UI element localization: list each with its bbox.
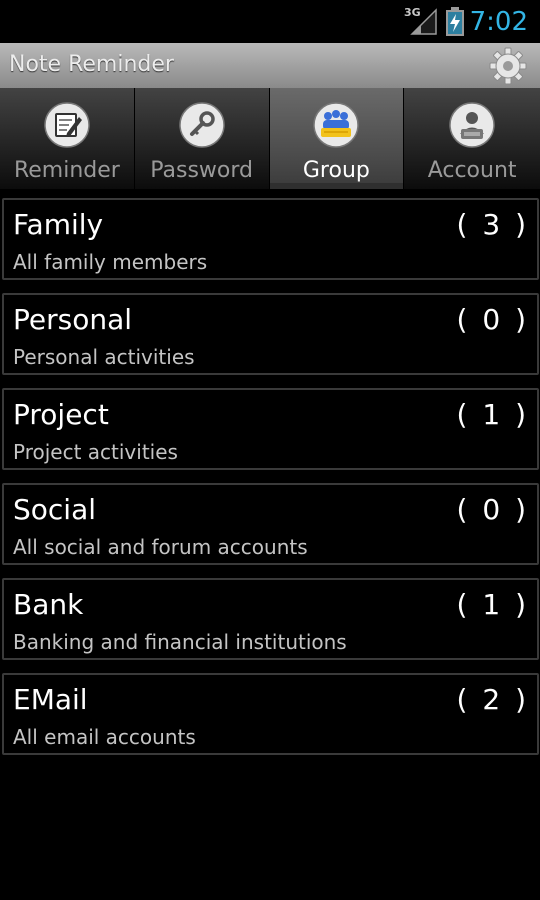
group-description: Project activities bbox=[13, 440, 178, 464]
group-count: ( 1 ) bbox=[456, 398, 529, 431]
tab-label: Group bbox=[302, 158, 370, 183]
group-count: ( 1 ) bbox=[456, 588, 529, 621]
group-count: ( 0 ) bbox=[456, 303, 529, 336]
group-description: All family members bbox=[13, 250, 208, 274]
tab-account[interactable]: Account bbox=[404, 88, 540, 189]
group-name: EMail bbox=[13, 683, 88, 716]
gear-icon bbox=[489, 47, 527, 85]
note-edit-icon bbox=[44, 102, 90, 148]
group-item-email[interactable]: EMail ( 2 ) All email accounts bbox=[2, 673, 539, 755]
account-lock-icon bbox=[449, 102, 495, 148]
tab-label: Reminder bbox=[13, 158, 120, 183]
tab-reminder[interactable]: Reminder bbox=[0, 88, 134, 189]
tab-label: Password bbox=[150, 158, 253, 183]
group-list: Family ( 3 ) All family members Personal… bbox=[0, 198, 540, 768]
battery-charging-icon bbox=[446, 7, 464, 36]
group-description: All email accounts bbox=[13, 725, 196, 749]
group-name: Social bbox=[13, 493, 97, 526]
app-title: Note Reminder bbox=[9, 52, 174, 77]
group-count: ( 0 ) bbox=[456, 493, 529, 526]
group-item-bank[interactable]: Bank ( 1 ) Banking and financial institu… bbox=[2, 578, 539, 660]
tab-password[interactable]: Password bbox=[134, 88, 269, 189]
signal-icon bbox=[410, 8, 437, 35]
settings-button[interactable] bbox=[488, 46, 528, 86]
group-description: All social and forum accounts bbox=[13, 535, 308, 559]
group-item-social[interactable]: Social ( 0 ) All social and forum accoun… bbox=[2, 483, 539, 565]
group-people-icon bbox=[313, 102, 360, 148]
tab-bar: Reminder Password Group Account bbox=[0, 88, 540, 189]
app-title-bar: Note Reminder bbox=[0, 43, 540, 89]
group-count: ( 3 ) bbox=[456, 208, 529, 241]
status-bar: 3G 7:02 bbox=[0, 0, 540, 43]
group-item-project[interactable]: Project ( 1 ) Project activities bbox=[2, 388, 539, 470]
tab-label: Account bbox=[427, 158, 517, 183]
group-name: Project bbox=[13, 398, 109, 431]
clock-time: 7:02 bbox=[469, 7, 528, 37]
tab-group[interactable]: Group bbox=[269, 88, 404, 189]
group-item-family[interactable]: Family ( 3 ) All family members bbox=[2, 198, 539, 280]
group-name: Personal bbox=[13, 303, 133, 336]
group-description: Personal activities bbox=[13, 345, 195, 369]
group-name: Family bbox=[13, 208, 104, 241]
group-count: ( 2 ) bbox=[456, 683, 529, 716]
group-item-personal[interactable]: Personal ( 0 ) Personal activities bbox=[2, 293, 539, 375]
group-name: Bank bbox=[13, 588, 84, 621]
group-description: Banking and financial institutions bbox=[13, 630, 347, 654]
key-icon bbox=[178, 102, 225, 148]
